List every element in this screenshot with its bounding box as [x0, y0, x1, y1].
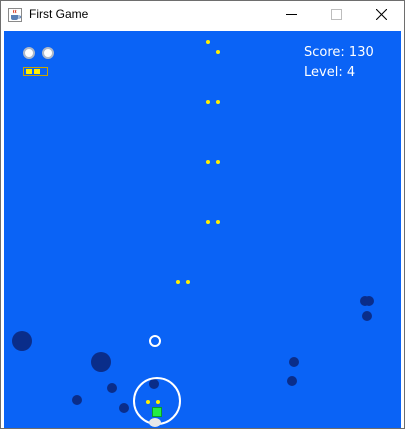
- ammo-indicator: [23, 67, 48, 76]
- enemy-ball: [91, 352, 111, 372]
- level-label: Level: 4: [304, 65, 356, 80]
- enemy-ball: [107, 383, 117, 393]
- bullet: [206, 220, 210, 224]
- minimize-icon: [286, 14, 297, 15]
- maximize-button[interactable]: [314, 1, 359, 29]
- bullet: [206, 40, 210, 44]
- bullet: [216, 100, 220, 104]
- title-bar[interactable]: First Game: [1, 1, 404, 29]
- life-icon: [23, 47, 35, 59]
- enemy-ball: [289, 357, 299, 367]
- life-icon: [42, 47, 54, 59]
- close-icon: [376, 9, 387, 20]
- target-ring: [149, 335, 161, 347]
- bullet: [176, 280, 180, 284]
- bullet: [216, 160, 220, 164]
- player-ship: [152, 407, 162, 417]
- enemy-ball: [12, 331, 32, 351]
- bullet: [216, 220, 220, 224]
- maximize-icon: [331, 9, 342, 20]
- player-base: [149, 418, 161, 427]
- bullet: [206, 160, 210, 164]
- bullet: [216, 50, 220, 54]
- close-button[interactable]: [359, 1, 404, 29]
- game-canvas[interactable]: Score: 130 Level: 4: [4, 31, 401, 428]
- minimize-button[interactable]: [269, 1, 314, 29]
- bullet: [206, 100, 210, 104]
- java-cup-icon: [8, 8, 22, 22]
- enemy-ball: [72, 395, 82, 405]
- score-label: Score: 130: [304, 45, 374, 60]
- window-title: First Game: [29, 7, 89, 21]
- ammo-cell-filled: [34, 69, 40, 74]
- ammo-cell-filled: [26, 69, 32, 74]
- enemy-ball: [119, 403, 129, 413]
- bullet: [186, 280, 190, 284]
- enemy-ball: [364, 296, 374, 306]
- enemy-ball: [362, 311, 372, 321]
- enemy-ball: [287, 376, 297, 386]
- game-window: First Game Score: 130 Level: 4: [0, 0, 405, 429]
